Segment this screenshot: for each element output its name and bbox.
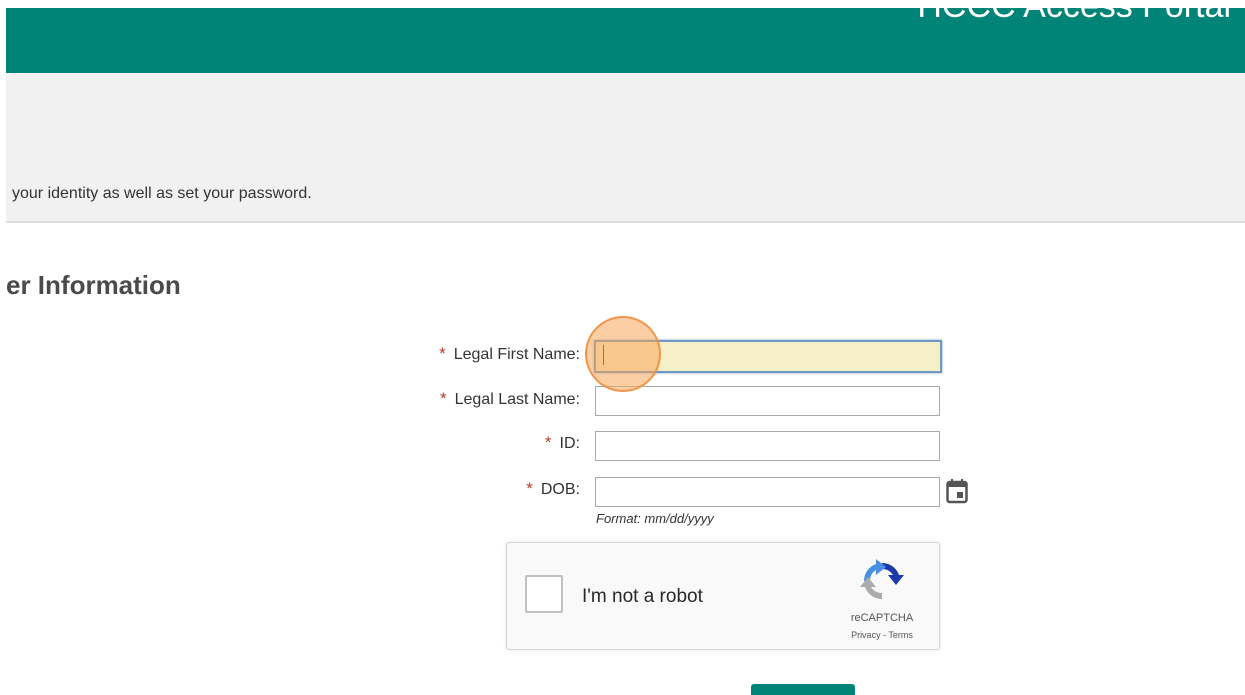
recaptcha-checkbox[interactable] bbox=[525, 575, 563, 613]
dob-label: * DOB: bbox=[526, 479, 580, 500]
calendar-icon[interactable] bbox=[946, 478, 968, 504]
recaptcha-widget: I'm not a robot reCAPTCHA Privacy - Term… bbox=[506, 542, 940, 650]
browser-viewport: HCCC Access Portal your identity as well… bbox=[0, 0, 1245, 695]
recaptcha-label: I'm not a robot bbox=[582, 586, 703, 607]
dob-format-hint: Format: mm/dd/yyyy bbox=[596, 511, 714, 526]
first-name-input[interactable] bbox=[594, 340, 942, 373]
recaptcha-links: Privacy - Terms bbox=[829, 630, 935, 640]
id-input[interactable] bbox=[595, 431, 940, 461]
last-name-input[interactable] bbox=[595, 386, 940, 416]
required-marker: * bbox=[526, 479, 533, 498]
required-marker: * bbox=[544, 433, 552, 452]
id-label: * ID: bbox=[545, 433, 580, 454]
text-caret bbox=[603, 345, 604, 365]
dob-input[interactable] bbox=[595, 477, 940, 507]
intro-text: your identity as well as set your passwo… bbox=[12, 185, 312, 202]
left-edge bbox=[0, 8, 6, 695]
dob-label-text: DOB: bbox=[540, 481, 580, 498]
portal-header: HCCC Access Portal bbox=[6, 0, 1245, 73]
section-heading: er Information bbox=[6, 270, 181, 300]
intro-panel: your identity as well as set your passwo… bbox=[6, 73, 1245, 223]
required-marker: * bbox=[439, 344, 446, 363]
submit-button[interactable] bbox=[751, 684, 855, 695]
recaptcha-privacy-link[interactable]: Privacy bbox=[851, 630, 881, 640]
recaptcha-brand: reCAPTCHA bbox=[850, 612, 914, 624]
last-name-label: * Legal Last Name: bbox=[440, 389, 580, 410]
recaptcha-logo-icon bbox=[860, 559, 904, 599]
first-name-label-text: Legal First Name: bbox=[453, 346, 580, 363]
last-name-label-text: Legal Last Name: bbox=[454, 391, 580, 408]
id-label-text: ID: bbox=[559, 435, 580, 452]
required-marker: * bbox=[439, 389, 447, 408]
portal-title: HCCC Access Portal bbox=[917, 0, 1231, 25]
first-name-label: * Legal First Name: bbox=[439, 344, 580, 365]
recaptcha-terms-link[interactable]: Terms bbox=[888, 630, 913, 640]
